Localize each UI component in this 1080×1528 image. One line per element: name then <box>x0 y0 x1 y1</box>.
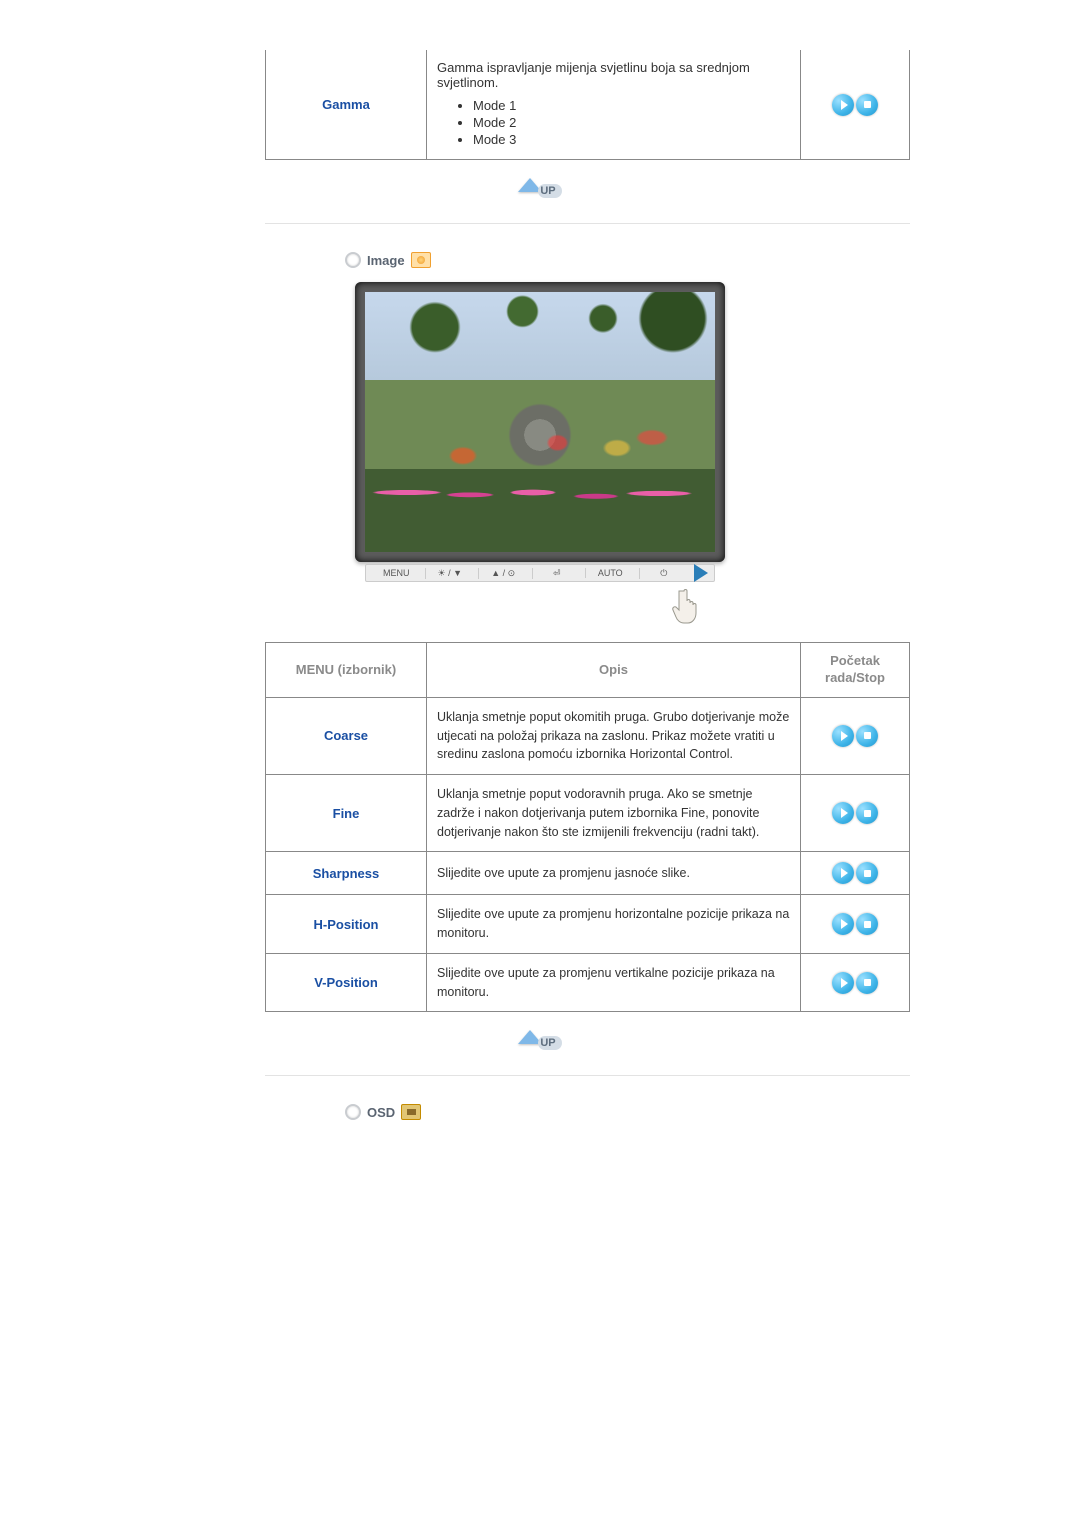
bezel-btn-up[interactable]: ▲ / ⊙ <box>478 568 528 579</box>
stop-button[interactable] <box>856 913 878 935</box>
gamma-actions <box>801 50 910 160</box>
osd-section-header: OSD <box>345 1104 910 1120</box>
row-sharpness-label: Sharpness <box>266 852 427 895</box>
bullet-icon <box>345 252 361 268</box>
row-hposition-desc: Slijedite ove upute za promjenu horizont… <box>427 895 801 954</box>
row-hposition-label: H-Position <box>266 895 427 954</box>
row-vposition-desc: Slijedite ove upute za promjenu vertikal… <box>427 953 801 1012</box>
table-row: V-Position Slijedite ove upute za promje… <box>266 953 910 1012</box>
image-section-header: Image <box>345 252 910 268</box>
up-label: UP <box>538 1036 561 1050</box>
table-row: Coarse Uklanja smetnje poput okomitih pr… <box>266 697 910 774</box>
image-icon <box>411 252 431 268</box>
section-divider <box>265 1075 910 1076</box>
osd-section-title: OSD <box>367 1105 395 1120</box>
monitor-screen-image <box>365 292 715 552</box>
row-vposition-label: V-Position <box>266 953 427 1012</box>
col-header-desc: Opis <box>427 643 801 698</box>
image-section-title: Image <box>367 253 405 268</box>
row-coarse-desc: Uklanja smetnje poput okomitih pruga. Gr… <box>427 697 801 774</box>
col-header-menu: MENU (izbornik) <box>266 643 427 698</box>
monitor-frame <box>355 282 725 562</box>
gamma-mode-1: Mode 1 <box>473 98 790 113</box>
stop-button[interactable] <box>856 725 878 747</box>
stop-button[interactable] <box>856 862 878 884</box>
monitor-illustration: MENU ☀ / ▼ ▲ / ⊙ ⏎ AUTO ⏻ <box>170 282 910 628</box>
bezel-btn-power[interactable]: ⏻ <box>639 568 689 579</box>
stop-button[interactable] <box>856 802 878 824</box>
play-button[interactable] <box>832 862 854 884</box>
osd-icon <box>401 1104 421 1120</box>
gamma-mode-2: Mode 2 <box>473 115 790 130</box>
stop-button[interactable] <box>856 972 878 994</box>
play-button[interactable] <box>832 802 854 824</box>
play-button[interactable] <box>832 725 854 747</box>
back-to-top-link[interactable]: UP <box>518 178 561 192</box>
section-divider <box>265 223 910 224</box>
bezel-btn-bright-down[interactable]: ☀ / ▼ <box>425 568 475 579</box>
gamma-mode-3: Mode 3 <box>473 132 790 147</box>
bezel-btn-enter[interactable]: ⏎ <box>532 568 582 579</box>
row-sharpness-desc: Slijedite ove upute za promjenu jasnoće … <box>427 852 801 895</box>
play-button[interactable] <box>832 913 854 935</box>
play-button[interactable] <box>832 94 854 116</box>
row-coarse-label: Coarse <box>266 697 427 774</box>
bezel-btn-menu[interactable]: MENU <box>372 568 421 578</box>
bezel-wedge-icon <box>694 564 708 582</box>
back-to-top-link[interactable]: UP <box>518 1030 561 1044</box>
play-button[interactable] <box>832 972 854 994</box>
gamma-label: Gamma <box>266 50 427 160</box>
table-row: H-Position Slijedite ove upute za promje… <box>266 895 910 954</box>
bullet-icon <box>345 1104 361 1120</box>
monitor-bezel-buttons: MENU ☀ / ▼ ▲ / ⊙ ⏎ AUTO ⏻ <box>365 564 715 582</box>
col-header-action: Početak rada/Stop <box>801 643 910 698</box>
table-row: Fine Uklanja smetnje poput vodoravnih pr… <box>266 775 910 852</box>
bezel-btn-auto[interactable]: AUTO <box>585 568 635 578</box>
image-settings-table: MENU (izbornik) Opis Početak rada/Stop C… <box>265 642 910 1012</box>
table-row: Sharpness Slijedite ove upute za promjen… <box>266 852 910 895</box>
gamma-description: Gamma ispravljanje mijenja svjetlinu boj… <box>427 50 801 160</box>
row-fine-label: Fine <box>266 775 427 852</box>
row-fine-desc: Uklanja smetnje poput vodoravnih pruga. … <box>427 775 801 852</box>
gamma-row-fragment: Gamma Gamma ispravljanje mijenja svjetli… <box>265 50 910 160</box>
gamma-desc-intro: Gamma ispravljanje mijenja svjetlinu boj… <box>437 60 750 90</box>
up-label: UP <box>538 184 561 198</box>
hand-cursor-icon <box>671 585 725 628</box>
stop-button[interactable] <box>856 94 878 116</box>
gamma-mode-list: Mode 1 Mode 2 Mode 3 <box>455 98 790 147</box>
